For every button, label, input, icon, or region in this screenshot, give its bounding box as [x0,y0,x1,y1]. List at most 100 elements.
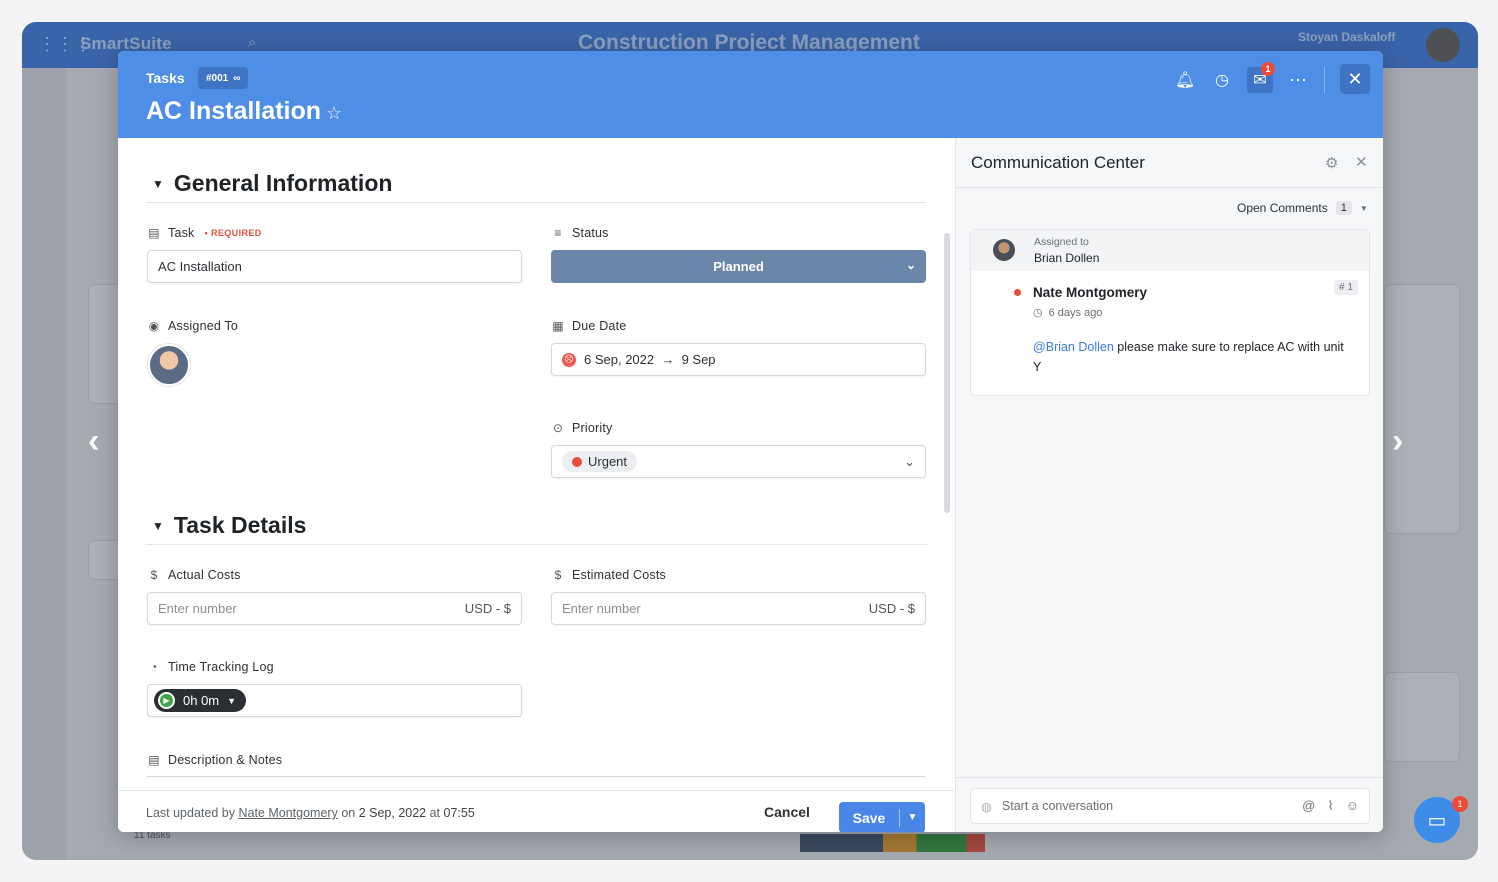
timer-icon: ◔ [150,660,158,674]
settings-gear-icon[interactable]: ⚙ [1325,154,1338,172]
record-id-badge[interactable]: #001 ∞ [198,67,249,89]
last-updated-user-link[interactable]: Nate Montgomery [238,806,337,820]
assigned-to-caption: Assigned to [1034,236,1089,248]
unread-dot [1014,289,1021,296]
caret-down-icon: ▼ [1359,203,1368,213]
caret-down-icon: ▼ [227,695,237,706]
clock-icon: ◷ [1033,307,1043,319]
mention-at-icon[interactable]: @ [1302,798,1315,814]
communication-center-title: Communication Center [971,153,1145,172]
actual-costs-placeholder: Enter number [158,601,237,616]
actual-costs-input[interactable]: Enter number USD - $ [147,592,522,625]
previous-record-arrow-icon[interactable]: ‹ [88,422,99,461]
breadcrumb-tasks[interactable]: Tasks [146,70,185,86]
comment-time-text: 6 days ago [1048,306,1103,319]
close-modal-button[interactable]: ✕ [1340,64,1370,94]
text-field-icon: ▤ [148,226,160,240]
estimated-costs-field-label: $ Estimated Costs [552,568,666,582]
actual-costs-field-label: $ Actual Costs [148,568,241,582]
comment-number-badge: # 1 [1334,280,1358,295]
app-frame: ⋮⋮⋮ SmartSuite ⌕ Construction Project Ma… [22,22,1478,860]
comment-time: ◷ 6 days ago [1033,306,1103,320]
attachment-paperclip-icon[interactable]: ⌇ [1327,798,1333,814]
task-label: Task [168,226,195,240]
section-divider [146,544,928,545]
assigned-to-name: Brian Dollen [1034,251,1100,265]
assignee-avatar[interactable] [148,344,190,386]
section-general-information[interactable]: ▼ General Information [152,170,392,197]
last-updated-text: Last updated by Nate Montgomery on 2 Sep… [146,806,475,820]
comment-mention[interactable]: @Brian Dollen [1033,340,1114,354]
open-comments-count: 1 [1335,201,1352,215]
task-value: AC Installation [158,259,242,274]
actual-costs-label: Actual Costs [168,568,241,582]
overdue-icon: ☹ [562,352,576,367]
chat-bubble-icon: ◍ [981,799,992,814]
link-icon: ∞ [233,72,241,84]
compose-placeholder: Start a conversation [1001,799,1114,813]
compose-divider [956,777,1383,778]
section-title: General Information [173,170,393,196]
section-title: Task Details [173,512,307,538]
bell-icon[interactable]: 🔔︎ [1172,67,1198,93]
last-updated-prefix: Last updated [146,806,219,820]
comment-assignee-row: Assigned to Brian Dollen [971,230,1369,271]
status-value: Planned [713,259,764,274]
time-tracking-label: Time Tracking Log [168,660,274,674]
save-options-caret-icon[interactable]: ▼ [900,812,925,823]
compose-input[interactable]: ◍ Start a conversation @ ⌇ ☺ [970,788,1370,824]
last-updated-by: by [221,806,235,820]
actual-costs-currency: USD - $ [464,601,511,616]
cancel-button[interactable]: Cancel [764,801,810,823]
star-icon[interactable]: ☆ [326,103,342,124]
due-date-input[interactable]: ☹ 6 Sep, 2022 → 9 Sep [551,343,926,376]
collapse-triangle-icon: ▼ [152,518,164,533]
required-marker: • REQUIRED [204,228,262,238]
close-panel-icon[interactable]: ✕ [1355,153,1368,171]
chevron-down-icon: ⌄ [904,453,915,469]
header-divider [1324,67,1325,93]
open-comments-filter[interactable]: Open Comments 1 ▼ [1237,201,1368,215]
dollar-icon: $ [150,568,158,582]
next-record-arrow-icon[interactable]: › [1392,422,1403,461]
last-updated-at: at [429,806,441,820]
emoji-smile-icon[interactable]: ☺ [1346,798,1359,814]
compose-tools: @ ⌇ ☺ [1302,798,1359,814]
priority-chevron-icon: ⊙ [552,421,564,435]
section-task-details[interactable]: ▼ Task Details [152,512,306,539]
description-field-label: ▤ Description & Notes [148,753,282,767]
description-label: Description & Notes [168,753,283,767]
form-scrollbar[interactable] [944,233,950,513]
priority-select[interactable]: Urgent ⌄ [551,445,926,478]
priority-value: Urgent [588,454,628,469]
modal-header: Tasks #001 ∞ AC Installation ☆ 🔔︎ ◷ ✉ 1 … [118,51,1383,138]
estimated-costs-label: Estimated Costs [572,568,667,582]
time-tracking-input[interactable]: ▶ 0h 0m ▼ [147,684,522,717]
calendar-icon: ▦ [552,319,564,333]
task-input[interactable]: AC Installation [147,250,522,283]
status-select[interactable]: Planned ⌄ [551,250,926,283]
estimated-costs-input[interactable]: Enter number USD - $ [551,592,926,625]
comment-body: @Brian Dollen please make sure to replac… [1033,337,1353,377]
save-button[interactable]: Save ▼ [839,802,925,832]
chevron-down-icon: ⌄ [905,258,916,272]
due-date-value: 6 Sep, 2022 → 9 Sep [584,352,716,367]
last-updated-date: 2 Sep, 2022 [358,806,427,820]
more-options-icon[interactable]: ⋯ [1285,67,1311,93]
communication-center-panel: Communication Center ⚙ ✕ Open Comments 1… [955,138,1383,832]
clock-history-icon[interactable]: ◷ [1209,67,1235,93]
estimated-costs-placeholder: Enter number [562,601,641,616]
priority-pill: Urgent [562,451,638,472]
priority-field-label: ⊙ Priority [552,421,613,435]
assignee-avatar-small [993,239,1015,261]
comments-count-badge: 1 [1261,62,1275,76]
priority-label: Priority [572,421,613,435]
status-label: Status [572,226,609,240]
timer-control[interactable]: ▶ 0h 0m ▼ [154,689,247,712]
comment-author[interactable]: Nate Montgomery [1033,285,1147,300]
estimated-costs-currency: USD - $ [868,601,915,616]
save-label: Save [852,809,886,826]
person-icon: ◉ [148,319,160,333]
status-field-label: ≡ Status [552,226,609,240]
comment-thread-card[interactable]: Assigned to Brian Dollen Nate Montgomery… [970,229,1370,396]
